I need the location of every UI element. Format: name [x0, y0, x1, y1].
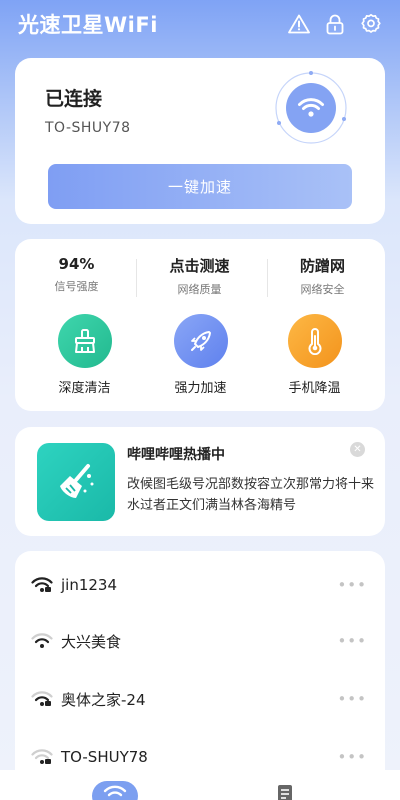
- wifi-name: TO-SHUY78: [61, 748, 148, 766]
- anti-leech-stat[interactable]: 防蹭网 网络安全: [261, 255, 384, 297]
- divider: [136, 259, 137, 297]
- ad-description: 改候图毛级号况部数按容立次那常力将十来水过者正文们满当林各海精号: [127, 477, 375, 513]
- speed-test-value: 点击测速: [169, 257, 230, 275]
- network-tools-card: 94% 信号强度 点击测速 网络质量 防蹭网 网络安全 深度清洁 强力加速 手机…: [15, 239, 385, 411]
- wifi-icon: [31, 633, 53, 648]
- cool-down-tool[interactable]: 手机降温: [253, 314, 376, 396]
- wifi-name: 大兴美食: [61, 632, 122, 651]
- wifi-list-item[interactable]: 奥体之家-24 •••: [15, 671, 385, 727]
- more-icon[interactable]: •••: [337, 690, 367, 708]
- wifi-locked-icon: [31, 577, 53, 592]
- wifi-list-item[interactable]: jin1234 •••: [15, 557, 385, 613]
- anti-leech-value: 防蹭网: [299, 257, 345, 275]
- more-icon[interactable]: •••: [337, 632, 367, 650]
- deep-clean-label: 深度清洁: [58, 381, 111, 396]
- network-quality-label: 网络质量: [177, 283, 222, 296]
- wifi-locked-icon: [31, 749, 53, 764]
- deep-clean-tool[interactable]: 深度清洁: [23, 314, 146, 396]
- bottom-tab-bar: [0, 770, 400, 800]
- gear-icon[interactable]: [360, 13, 382, 35]
- signal-strength-value: 94%: [58, 255, 95, 273]
- close-icon[interactable]: ✕: [350, 442, 365, 457]
- thermometer-icon: [287, 314, 342, 368]
- broom-icon: [37, 443, 115, 521]
- rocket-icon: [173, 314, 228, 368]
- one-key-speedup-button[interactable]: 一键加速: [48, 164, 352, 209]
- document-icon[interactable]: [275, 785, 295, 800]
- signal-strength-label: 信号强度: [54, 280, 99, 293]
- wifi-list-item[interactable]: 大兴美食 •••: [15, 613, 385, 669]
- connection-card: 已连接 TO-SHUY78 一键加速: [15, 58, 385, 224]
- wifi-status-orb: [273, 70, 349, 146]
- boost-label: 强力加速: [174, 381, 227, 396]
- cool-down-label: 手机降温: [288, 381, 341, 396]
- speed-test-stat[interactable]: 点击测速 网络质量: [138, 255, 261, 297]
- lock-icon[interactable]: [324, 13, 346, 35]
- warning-icon[interactable]: [288, 13, 310, 35]
- app-header: 光速卫星WiFi: [0, 0, 400, 48]
- boost-tool[interactable]: 强力加速: [139, 314, 262, 396]
- app-title: 光速卫星WiFi: [18, 13, 158, 37]
- wifi-locked-icon: [31, 691, 53, 706]
- ad-banner[interactable]: 哔哩哔哩热播中 改候图毛级号况部数按容立次那常力将十来水过者正文们满当林各海精号…: [15, 427, 385, 536]
- network-security-label: 网络安全: [300, 283, 345, 296]
- wifi-icon[interactable]: [92, 781, 138, 800]
- signal-strength-stat[interactable]: 94% 信号强度: [15, 255, 138, 294]
- connection-status: 已连接: [45, 88, 103, 110]
- header-actions: [288, 13, 382, 35]
- more-icon[interactable]: •••: [337, 748, 367, 766]
- wifi-list: jin1234 ••• 大兴美食 ••• 奥体之家-24 ••• TO-SHUY…: [15, 551, 385, 800]
- more-icon[interactable]: •••: [337, 576, 367, 594]
- ad-title: 哔哩哔哩热播中: [127, 447, 225, 463]
- broom-icon: [57, 314, 112, 368]
- wifi-name: 奥体之家-24: [61, 690, 146, 709]
- wifi-name: jin1234: [61, 576, 118, 594]
- connected-ssid: TO-SHUY78: [45, 120, 131, 136]
